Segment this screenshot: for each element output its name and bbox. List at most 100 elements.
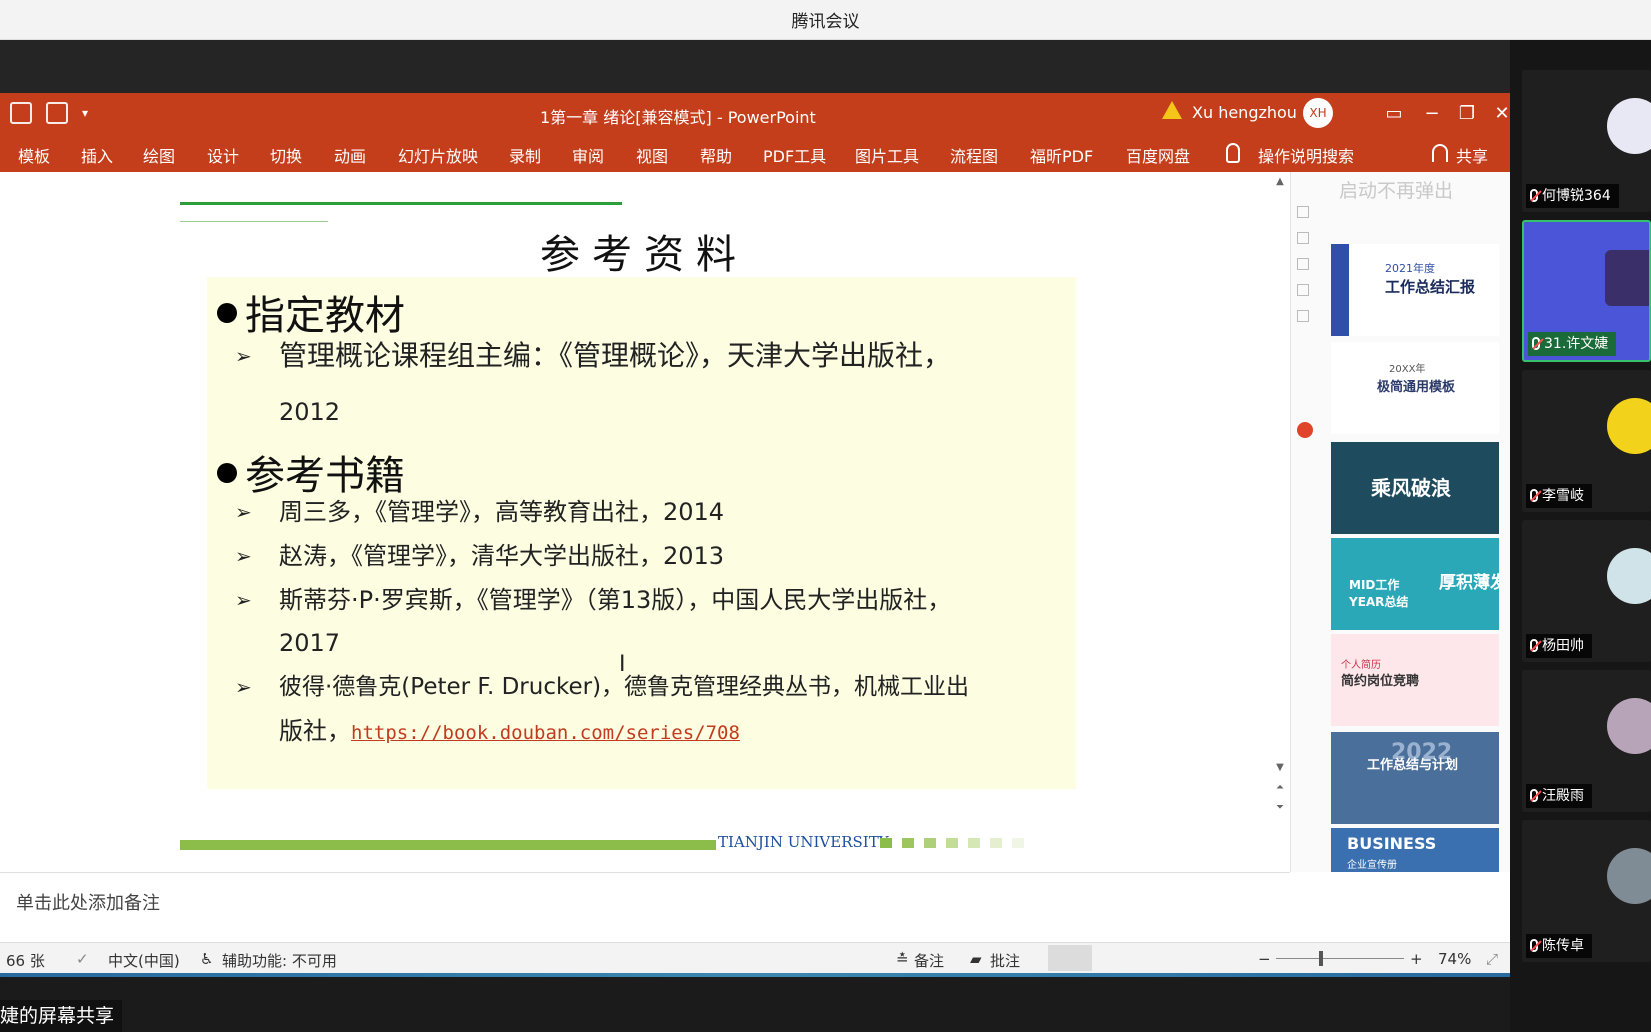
notes-pane[interactable]: 单击此处添加备注 bbox=[0, 872, 1290, 942]
thumb-title: MID工作 YEAR总结 bbox=[1349, 578, 1409, 609]
footer-square bbox=[1012, 838, 1024, 848]
reading-view-button[interactable] bbox=[1148, 945, 1192, 971]
slide-title[interactable]: 参考资料 bbox=[540, 222, 748, 280]
participant-tile[interactable]: 陈传卓 bbox=[1522, 820, 1651, 962]
no-popup-option[interactable]: 启动不再弹出 bbox=[1339, 176, 1453, 203]
powerpoint-window: ▾ 1第一章 绪论[兼容模式] - PowerPoint Xu hengzhou… bbox=[0, 93, 1510, 973]
tab-draw[interactable]: 绘图 bbox=[143, 143, 175, 167]
tab-view[interactable]: 视图 bbox=[636, 143, 668, 167]
fit-slide-icon[interactable]: ⤢ bbox=[1486, 950, 1498, 968]
gift-icon[interactable] bbox=[1297, 422, 1313, 438]
tool-icon[interactable] bbox=[1297, 310, 1309, 322]
comments-button[interactable]: 批注 bbox=[990, 950, 1020, 971]
design-thumbnail[interactable]: 2022 工作总结与计划 bbox=[1331, 732, 1499, 824]
participant-tile[interactable]: 汪殿雨 bbox=[1522, 670, 1651, 812]
arrow-bullet-icon: ➢ bbox=[235, 344, 252, 368]
thumb-subtitle: 20XX年 bbox=[1389, 364, 1426, 375]
layout-icon[interactable] bbox=[46, 102, 68, 124]
tab-animations[interactable]: 动画 bbox=[334, 143, 366, 167]
participant-name: 李雪岐 bbox=[1526, 484, 1592, 508]
tab-pdf-tools[interactable]: PDF工具 bbox=[763, 143, 826, 167]
footer-square bbox=[880, 838, 892, 848]
normal-view-button[interactable] bbox=[1048, 945, 1092, 971]
tab-insert[interactable]: 插入 bbox=[81, 143, 113, 167]
accessibility-status[interactable]: 辅助功能: 不可用 bbox=[222, 950, 337, 971]
design-thumbnail[interactable]: 乘风破浪 bbox=[1331, 442, 1499, 534]
tell-me-search[interactable]: 操作说明搜索 bbox=[1258, 143, 1354, 167]
slideshow-view-button[interactable] bbox=[1198, 945, 1242, 971]
arrow-bullet-icon: ➢ bbox=[235, 588, 252, 612]
participant-tile[interactable]: 杨田帅 bbox=[1522, 520, 1651, 662]
tab-transitions[interactable]: 切换 bbox=[270, 143, 302, 167]
mic-muted-icon bbox=[1530, 939, 1538, 952]
notes-placeholder[interactable]: 单击此处添加备注 bbox=[16, 889, 160, 915]
person-icon bbox=[1432, 144, 1448, 162]
tab-template[interactable]: 模板 bbox=[18, 143, 50, 167]
account-avatar[interactable]: XH bbox=[1303, 98, 1333, 128]
ribbon-display-icon[interactable]: ▭ bbox=[1382, 101, 1406, 125]
tab-review[interactable]: 审阅 bbox=[572, 143, 604, 167]
tab-slideshow[interactable]: 幻灯片放映 bbox=[398, 143, 478, 167]
participant-tile[interactable]: 李雪岐 bbox=[1522, 370, 1651, 512]
slide-sorter-button[interactable] bbox=[1098, 945, 1142, 971]
design-thumbnail[interactable]: BUSINESS 企业宣传册 bbox=[1331, 828, 1499, 872]
avatar bbox=[1607, 98, 1651, 154]
tab-help[interactable]: 帮助 bbox=[700, 143, 732, 167]
slide-content-box[interactable]: 指定教材 ➢ 管理概论课程组主编：《管理概论》，天津大学出版社， 2012 参考… bbox=[207, 277, 1076, 789]
share-backdrop bbox=[0, 40, 1510, 93]
zoom-level[interactable]: 74% bbox=[1438, 950, 1471, 968]
zoom-in-button[interactable]: + bbox=[1410, 950, 1423, 968]
tool-icon[interactable] bbox=[1297, 258, 1309, 270]
list-item-text: 斯蒂芬·P·罗宾斯，《管理学》（第13版），中国人民大学出版社， bbox=[279, 586, 952, 614]
comment-icon: ▰ bbox=[970, 950, 982, 968]
tab-design[interactable]: 设计 bbox=[207, 143, 239, 167]
footer-square bbox=[990, 838, 1002, 848]
slide-top-rule bbox=[180, 202, 622, 205]
tool-icon[interactable] bbox=[1297, 284, 1309, 296]
minimize-button[interactable]: − bbox=[1420, 101, 1444, 125]
tab-foxit-pdf[interactable]: 福昕PDF bbox=[1030, 143, 1093, 167]
zoom-out-button[interactable]: − bbox=[1258, 950, 1271, 968]
design-thumbnail[interactable]: MID工作 YEAR总结 厚积薄发 bbox=[1331, 538, 1499, 630]
tab-baidu-netdisk[interactable]: 百度网盘 bbox=[1126, 143, 1190, 167]
next-slide-icon[interactable]: ⏷ bbox=[1270, 802, 1290, 818]
screen-share-label: 婕的屏幕共享 bbox=[0, 1000, 123, 1032]
design-thumbnail[interactable]: 个人简历 简约岗位竞聘 bbox=[1331, 634, 1499, 726]
vertical-scrollbar[interactable]: ▲ ▼ ⏶ ⏷ bbox=[1270, 172, 1290, 872]
mic-muted-icon bbox=[1530, 639, 1538, 652]
tab-record[interactable]: 录制 bbox=[509, 143, 541, 167]
slideshow-icon[interactable] bbox=[10, 102, 32, 124]
ppt-title-bar: ▾ 1第一章 绪论[兼容模式] - PowerPoint Xu hengzhou… bbox=[0, 93, 1510, 135]
accessibility-icon[interactable]: ♿ bbox=[200, 950, 213, 968]
notes-button[interactable]: 备注 bbox=[914, 950, 944, 971]
tab-flowchart[interactable]: 流程图 bbox=[950, 143, 998, 167]
tab-picture-tools[interactable]: 图片工具 bbox=[855, 143, 919, 167]
design-thumbnail[interactable]: 2021年度 工作总结汇报 bbox=[1331, 244, 1499, 336]
tool-icon[interactable] bbox=[1297, 206, 1309, 218]
douban-link[interactable]: https://book.douban.com/series/708 bbox=[351, 722, 740, 744]
design-thumbnail[interactable]: 20XX年 极简通用模板 bbox=[1331, 342, 1499, 434]
warning-icon[interactable] bbox=[1162, 101, 1182, 119]
spellcheck-icon[interactable]: ✓ bbox=[76, 950, 89, 968]
slide-canvas[interactable]: 参考资料 指定教材 ➢ 管理概论课程组主编：《管理概论》，天津大学出版社， 20… bbox=[0, 172, 1290, 872]
thumb-subtitle: 企业宣传册 bbox=[1347, 860, 1397, 871]
thumb-title: 极简通用模板 bbox=[1377, 380, 1456, 395]
participant-tile[interactable]: 何博锐364 bbox=[1522, 70, 1651, 212]
previous-slide-icon[interactable]: ⏶ bbox=[1270, 782, 1290, 798]
language-indicator[interactable]: 中文(中国) bbox=[108, 950, 180, 971]
scroll-up-icon[interactable]: ▲ bbox=[1270, 176, 1290, 192]
tool-icon[interactable] bbox=[1297, 232, 1309, 244]
share-button[interactable]: 共享 bbox=[1456, 143, 1488, 167]
restore-button[interactable]: ❐ bbox=[1455, 101, 1479, 125]
customize-dropdown-icon[interactable]: ▾ bbox=[82, 102, 92, 124]
avatar bbox=[1607, 698, 1651, 754]
scroll-down-icon[interactable]: ▼ bbox=[1270, 762, 1290, 778]
zoom-slider-thumb[interactable] bbox=[1319, 951, 1323, 966]
design-ideas-panel: 启动不再弹出 2021年度 工作总结汇报 20XX年 极简通用模板 乘风破浪 M… bbox=[1290, 172, 1510, 872]
arrow-bullet-icon: ➢ bbox=[235, 500, 252, 524]
participant-tile-active[interactable]: 31.许文婕 bbox=[1522, 220, 1651, 362]
zoom-slider[interactable] bbox=[1276, 958, 1404, 959]
thumb-subtitle: 2021年度 bbox=[1385, 262, 1435, 275]
account-name[interactable]: Xu hengzhou bbox=[1192, 103, 1297, 122]
thumb-title: 乘风破浪 bbox=[1371, 476, 1451, 500]
